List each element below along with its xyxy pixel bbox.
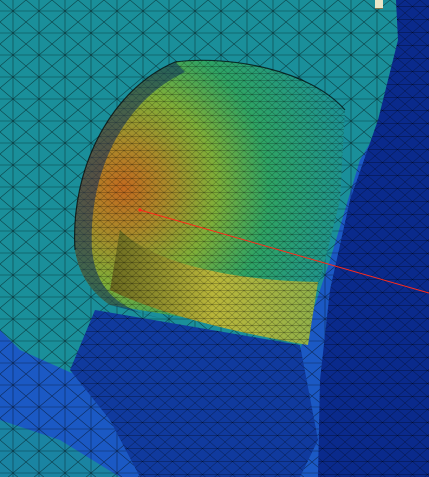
mesh-render-canvas[interactable] [0,0,429,477]
fea-viewport[interactable] [0,0,429,477]
probe-origin-marker[interactable] [138,208,142,212]
corner-readout-label [375,0,383,9]
